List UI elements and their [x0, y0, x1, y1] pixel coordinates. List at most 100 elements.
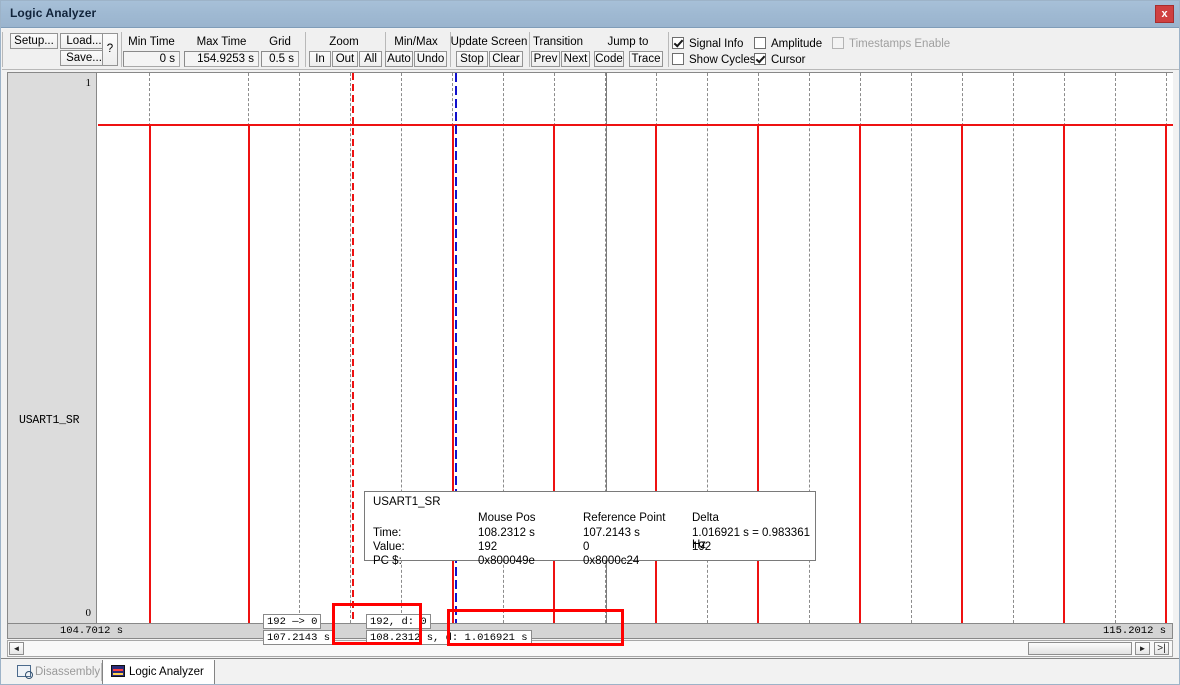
update-clear-button[interactable]: Clear [489, 51, 523, 67]
tab-logic-analyzer[interactable]: Logic Analyzer [102, 660, 215, 684]
mouse-cursor-time-label: 108.2312 s, d: 1.016921 s [366, 630, 532, 645]
signal-pulse [149, 124, 151, 623]
jumpto-label: Jump to [607, 36, 649, 48]
zoom-label: Zoom [329, 36, 359, 48]
max-time-field[interactable]: 154.9253 s [184, 51, 259, 67]
waveform-plot: 1 USART1_SR 0 USART1_SR Mouse Pos Refere… [7, 72, 1173, 645]
info-time-reference: 107.2143 s [583, 527, 640, 539]
jumpto-trace-button[interactable]: Trace [629, 51, 663, 67]
scroll-left-icon[interactable]: ◄ [9, 642, 24, 655]
zoom-in-button[interactable]: In [309, 51, 331, 67]
checkbox-cursor[interactable]: Cursor [754, 53, 806, 67]
info-row-label-value: Value: [373, 541, 405, 553]
tab-disassembly[interactable]: Disassembly [9, 660, 110, 684]
toolbar-separator [305, 32, 306, 67]
save-button[interactable]: Save... [60, 50, 108, 66]
horizontal-scrollbar[interactable]: ◄ ► >| [7, 640, 1173, 657]
axis-min-label: 0 [85, 607, 92, 619]
checkbox-signal-info[interactable]: Signal Info [672, 37, 743, 51]
info-col-mouse-pos: Mouse Pos [478, 512, 536, 524]
checkbox-label: Show Cycles [689, 54, 756, 66]
checkbox-icon [672, 53, 684, 65]
info-row-label-time: Time: [373, 527, 402, 539]
time-start-label: 104.7012 s [60, 625, 124, 637]
info-time-mouse: 108.2312 s [478, 527, 535, 539]
tab-strip: Disassembly Logic Analyzer [1, 658, 1179, 684]
info-row-label-pc: PC $: [373, 555, 402, 567]
info-col-delta: Delta [692, 512, 719, 524]
time-end-label: 115.2012 s [1102, 625, 1166, 637]
zoom-out-button[interactable]: Out [332, 51, 358, 67]
title-bar: Logic Analyzer x [1, 1, 1179, 28]
toolbar-separator [2, 32, 3, 67]
grid-field[interactable]: 0.5 s [261, 51, 299, 67]
scroll-right-icon[interactable]: ► [1135, 642, 1150, 655]
setup-button[interactable]: Setup... [10, 33, 58, 49]
checkbox-show-cycles[interactable]: Show Cycles [672, 53, 755, 67]
checkbox-label: Timestamps Enable [849, 38, 951, 50]
signal-label-column: 1 USART1_SR 0 [8, 73, 97, 623]
scroll-end-icon[interactable]: >| [1154, 642, 1169, 655]
checkbox-icon [832, 37, 844, 49]
minmax-label: Min/Max [394, 36, 438, 48]
reference-cursor-value-label: 192 —> 0 [263, 614, 322, 629]
info-signal-name: USART1_SR [373, 496, 441, 508]
jumpto-code-button[interactable]: Code [594, 51, 624, 67]
update-screen-label: Update Screen [450, 36, 528, 48]
info-pc-mouse: 0x800049e [478, 555, 535, 567]
signal-pulse [859, 124, 861, 623]
transition-prev-button[interactable]: Prev [531, 51, 560, 67]
transition-label: Transition [532, 36, 584, 48]
signal-name-label: USART1_SR [19, 414, 80, 427]
scrollbar-thumb[interactable] [1028, 642, 1132, 655]
signal-info-panel: USART1_SR Mouse Pos Reference Point Delt… [364, 491, 816, 567]
min-time-label: Min Time [128, 36, 175, 48]
checkbox-timestamps-enable: Timestamps Enable [832, 37, 950, 51]
signal-pulse [961, 124, 963, 623]
max-time-label: Max Time [196, 36, 247, 48]
tab-label: Disassembly [35, 666, 101, 678]
gridline [299, 73, 300, 623]
grid-label: Grid [269, 36, 291, 48]
info-value-delta: 192 [692, 541, 712, 553]
window-title: Logic Analyzer [10, 6, 97, 20]
toolbar-separator [668, 32, 669, 67]
close-icon[interactable]: x [1155, 5, 1174, 23]
checkbox-icon [754, 53, 766, 65]
transition-next-button[interactable]: Next [561, 51, 590, 67]
signal-high-line [98, 124, 1173, 126]
update-stop-button[interactable]: Stop [456, 51, 488, 67]
info-col-reference: Reference Point [583, 512, 666, 524]
load-button[interactable]: Load... [60, 33, 108, 49]
gridline [911, 73, 912, 623]
info-pc-reference: 0x8000c24 [583, 555, 640, 567]
gridline [350, 73, 351, 623]
signal-pulse [1165, 124, 1167, 623]
checkbox-icon [754, 37, 766, 49]
toolbar: Setup... Load... Save... ? Min Time 0 s … [2, 29, 1179, 70]
minmax-undo-button[interactable]: Undo [414, 51, 447, 67]
gridline [1013, 73, 1014, 623]
signal-pulse [248, 124, 250, 623]
info-value-reference: 0 [583, 541, 590, 553]
checkbox-icon [672, 37, 684, 49]
zoom-all-button[interactable]: All [359, 51, 382, 67]
logic-analyzer-window: Logic Analyzer x Setup... Load... Save..… [0, 0, 1180, 685]
time-axis-strip: 104.7012 s 115.2012 s [7, 624, 1173, 639]
tab-label: Logic Analyzer [129, 666, 204, 678]
checkbox-amplitude[interactable]: Amplitude [754, 37, 822, 51]
signal-pulse [1063, 124, 1065, 623]
checkbox-label: Amplitude [771, 38, 823, 50]
minmax-auto-button[interactable]: Auto [385, 51, 413, 67]
disassembly-icon [17, 665, 33, 679]
logic-analyzer-icon [111, 665, 125, 677]
help-button[interactable]: ? [102, 33, 118, 66]
reference-cursor[interactable] [352, 73, 354, 623]
min-time-field[interactable]: 0 s [123, 51, 180, 67]
axis-max-label: 1 [85, 77, 92, 89]
gridline [1115, 73, 1116, 623]
checkbox-label: Cursor [771, 54, 806, 66]
reference-cursor-time-label: 107.2143 s [263, 630, 335, 645]
checkbox-label: Signal Info [689, 38, 744, 50]
info-value-mouse: 192 [478, 541, 498, 553]
